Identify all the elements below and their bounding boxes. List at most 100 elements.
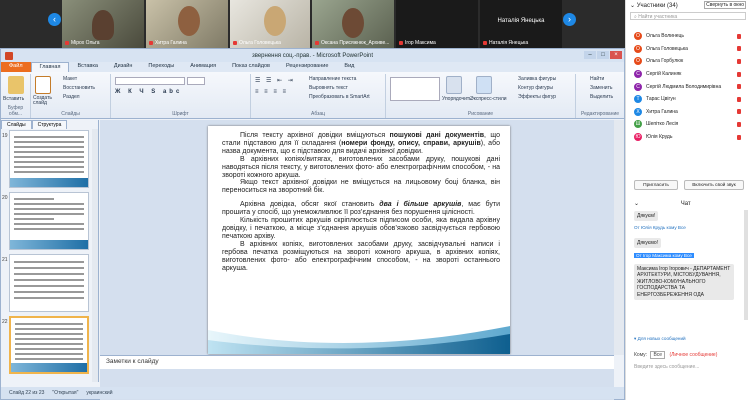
new-slide-icon[interactable]	[35, 76, 51, 94]
unmute-self-button[interactable]: Включить свой звук	[684, 180, 744, 190]
shape-outline-button[interactable]: Контур фигуры	[518, 85, 553, 91]
new-messages-link[interactable]: ▾ Для новых сообщений	[634, 336, 686, 342]
participant-row[interactable]: Ю Юлія Крудь	[626, 131, 750, 144]
video-tile-label: Оксана Присяжнюк_Архиве...	[315, 40, 389, 46]
font-format-buttons[interactable]: Ж К Ч S abc	[115, 89, 182, 95]
video-tile[interactable]: Мірох Ольга	[62, 0, 144, 48]
find-button[interactable]: Найти	[590, 76, 604, 82]
avatar: О	[634, 32, 642, 41]
chevron-down-icon[interactable]: ⌄	[634, 201, 641, 207]
video-tile[interactable]: Ігор Максима	[396, 0, 478, 48]
participant-row[interactable]: Т Тарас Цвігун	[626, 93, 750, 106]
maximize-icon[interactable]: □	[597, 51, 609, 59]
tab-slides[interactable]: Слайды	[1, 120, 32, 129]
tab-outline[interactable]: Структура	[31, 120, 68, 129]
tab-design[interactable]: Дизайн	[106, 62, 141, 72]
slide-number: 21	[2, 257, 8, 263]
participant-name: Юлія Крудь	[646, 134, 673, 141]
prev-page-arrow-icon[interactable]: ‹	[48, 13, 61, 26]
replace-button[interactable]: Заменить	[590, 85, 612, 91]
avatar: С	[634, 82, 642, 91]
tab-view[interactable]: Вид	[336, 62, 362, 72]
video-tile[interactable]: Ольга Головецька	[230, 0, 310, 48]
shape-effects-button[interactable]: Эффекты фигур	[518, 94, 556, 100]
tab-transitions[interactable]: Переходы	[140, 62, 182, 72]
mic-muted-icon	[737, 84, 741, 90]
participant-row[interactable]: С Сергій Калиняк	[626, 68, 750, 81]
to-label: Кому:	[634, 352, 648, 358]
layout-button[interactable]: Макет	[63, 76, 77, 82]
tab-slideshow[interactable]: Показ слайдов	[224, 62, 278, 72]
recipient-select[interactable]: Все	[650, 351, 666, 359]
font-size-select[interactable]	[187, 77, 205, 85]
participant-row[interactable]: Х Хитра Галина	[626, 106, 750, 119]
tab-animation[interactable]: Анимация	[182, 62, 224, 72]
participant-row[interactable]: Ш Шепітко Лесія	[626, 118, 750, 131]
reset-button[interactable]: Восстановить	[63, 85, 95, 91]
current-slide[interactable]: Після тексту архівної довідки вміщуються…	[208, 126, 510, 354]
participant-row[interactable]: О Ольга Головецька	[626, 43, 750, 56]
paste-button[interactable]: Вставить	[3, 96, 24, 102]
mic-muted-icon	[399, 40, 403, 45]
slides-pane-scrollbar[interactable]	[92, 129, 98, 382]
align-buttons[interactable]: ≡ ≡ ≡ ≡	[255, 89, 288, 95]
tab-review[interactable]: Рецензирование	[278, 62, 336, 72]
slide-paragraph: Архівна довідка, обсяг якої становить дв…	[222, 201, 500, 217]
text-direction-button[interactable]: Направление текста	[309, 76, 356, 82]
video-tile[interactable]: Хитра Галина	[146, 0, 228, 48]
minimize-icon[interactable]: –	[584, 51, 596, 59]
notes-pane[interactable]: Заметки к слайду	[100, 355, 614, 369]
chat-message: Дякуємо!	[634, 238, 661, 248]
status-bar: Слайд 22 из 23 "Открытая" украинский	[1, 387, 624, 399]
participants-title: Участники (34)	[636, 3, 678, 9]
chat-input[interactable]: Введите здесь сообщение...	[634, 364, 699, 370]
window-title: звернення соц.-прав. - Microsoft PowerPo…	[251, 52, 374, 59]
slide-thumbnail-selected[interactable]	[9, 316, 89, 374]
pop-out-button[interactable]: Свернуть в окно	[704, 1, 746, 9]
slide-thumbnail[interactable]	[9, 254, 89, 312]
section-button[interactable]: Раздел	[63, 94, 80, 100]
shapes-gallery[interactable]	[390, 77, 440, 101]
close-icon[interactable]: ×	[610, 51, 622, 59]
paste-icon[interactable]	[8, 76, 24, 94]
screen-root: Мірох Ольга Хитра Галина Ольга Головецьк…	[0, 0, 750, 400]
slide-thumbnail[interactable]	[9, 130, 89, 188]
slide-scrollbar[interactable]	[614, 120, 624, 355]
tab-insert[interactable]: Вставка	[69, 62, 105, 72]
slide-text-box[interactable]: Після тексту архівної довідки вміщуються…	[222, 132, 500, 272]
video-tile-label: Ігор Максима	[399, 40, 436, 46]
smartart-button[interactable]: Преобразовать в SmartArt	[309, 94, 370, 100]
notes-placeholder: Заметки к слайду	[106, 358, 159, 365]
quick-styles-button[interactable]: Экспресс-стили	[470, 96, 507, 102]
chat-scrollbar[interactable]	[744, 210, 748, 320]
mic-muted-icon	[737, 96, 741, 102]
participant-search-input[interactable]: ⌕ Найти участника	[630, 12, 746, 20]
next-page-arrow-icon[interactable]: ›	[563, 13, 576, 26]
tab-file[interactable]: Файл	[1, 62, 31, 72]
font-name-select[interactable]	[115, 77, 185, 85]
quick-styles-icon[interactable]	[476, 76, 492, 94]
video-tile[interactable]: Оксана Присяжнюк_Архиве...	[312, 0, 394, 48]
arrange-button[interactable]: Упорядочить	[442, 96, 472, 102]
create-slide-button[interactable]: Создать слайд	[33, 96, 57, 106]
tab-home[interactable]: Главная	[30, 62, 70, 72]
slide-thumbnail[interactable]	[9, 192, 89, 250]
participant-row[interactable]: О Ольга Волинець	[626, 30, 750, 43]
invite-button[interactable]: Пригласить	[634, 180, 678, 190]
ribbon-group-font: Ж К Ч S abc Шрифт	[111, 74, 251, 118]
select-button[interactable]: Выделить	[590, 94, 613, 100]
shape-fill-button[interactable]: Заливка фигуры	[518, 76, 556, 82]
chevron-down-icon[interactable]: ⌄	[630, 3, 637, 9]
slide-wave-decoration	[208, 326, 510, 354]
participant-row[interactable]: С Сергій Людмила Володимирівна	[626, 80, 750, 93]
list-buttons[interactable]: ☰ ☰ ⇤ ⇥	[255, 77, 295, 84]
slide-paragraph: В архівних копіях, виготовлених засобами…	[222, 241, 500, 273]
video-tile[interactable]: Наталія Янецька Наталія Янецька	[480, 0, 562, 48]
arrange-icon[interactable]	[446, 76, 462, 94]
avatar: О	[634, 44, 642, 53]
group-label: Абзац	[310, 111, 326, 117]
participant-row[interactable]: О Ольга Горбулюк	[626, 55, 750, 68]
slide-number: 20	[2, 195, 8, 201]
text-run: Якщо текст архівної довідки не вміщуєтьс…	[222, 179, 500, 195]
align-text-button[interactable]: Выровнять текст	[309, 85, 348, 91]
